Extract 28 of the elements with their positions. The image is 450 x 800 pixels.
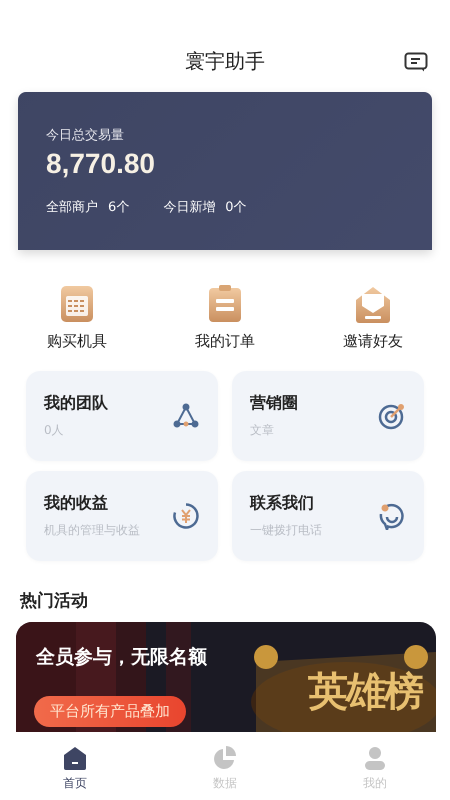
home-icon xyxy=(62,744,88,770)
stat-label: 今日新增 xyxy=(163,199,216,216)
user-icon xyxy=(362,744,388,770)
transaction-amount: 8,770.80 xyxy=(46,148,156,180)
pie-chart-icon xyxy=(212,744,238,770)
shortcut-button[interactable]: 邀请好友 xyxy=(328,284,418,351)
banner-emblem: 英雄榜 xyxy=(308,668,422,717)
shortcut-button[interactable]: 我的订单 xyxy=(180,284,270,351)
network-icon xyxy=(172,402,200,430)
banner-pill: 平台所有产品叠加 xyxy=(34,696,186,727)
feature-tile[interactable]: 我的团队 0人 xyxy=(26,371,218,461)
message-icon[interactable] xyxy=(404,52,428,72)
target-icon xyxy=(378,402,406,430)
summary-label: 今日总交易量 xyxy=(46,127,125,144)
section-title: 热门活动 xyxy=(20,590,89,612)
feature-tile[interactable]: 联系我们 一键拨打电话 xyxy=(232,471,424,561)
stat-value: 6个 xyxy=(108,199,130,216)
feature-tile[interactable]: 营销圈 文章 xyxy=(232,371,424,461)
chat-icon xyxy=(378,502,406,530)
yen-icon xyxy=(172,502,200,530)
stat-value: 0个 xyxy=(225,199,247,216)
envelope-icon xyxy=(353,284,393,324)
page-title: 寰宇助手 xyxy=(185,48,265,74)
shortcut-button[interactable]: 购买机具 xyxy=(32,284,122,351)
tab-item[interactable]: 首页 xyxy=(40,744,110,792)
stat-label: 全部商户 xyxy=(46,199,98,216)
feature-tile[interactable]: 我的收益 机具的管理与收益 xyxy=(26,471,218,561)
banner-headline: 全员参与，无限名额 xyxy=(36,645,207,670)
